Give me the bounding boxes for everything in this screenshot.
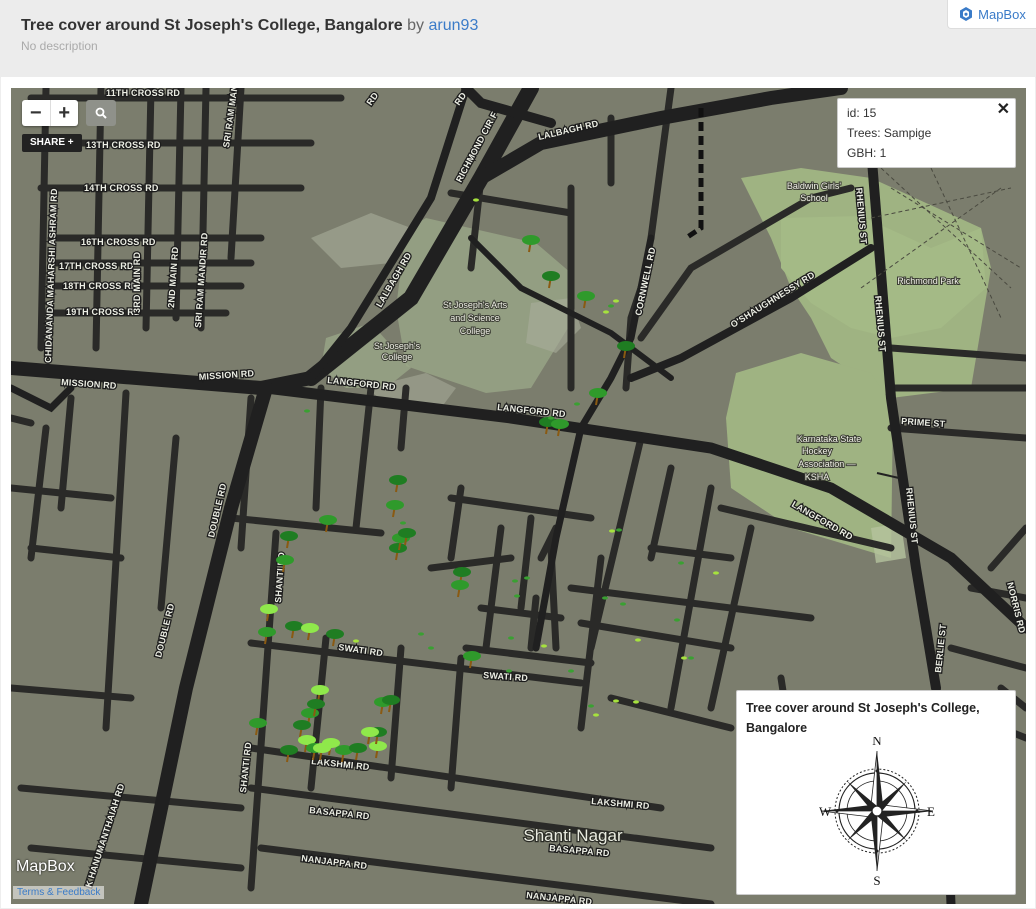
place-label-arts-3: College bbox=[460, 326, 491, 336]
compass-rose-icon: N S E W bbox=[819, 737, 935, 887]
tree-marker-small-icon[interactable] bbox=[506, 669, 512, 673]
road-label-16th-cross: 16TH CROSS RD bbox=[81, 237, 156, 247]
page-header: Tree cover around St Joseph's College, B… bbox=[0, 0, 1036, 78]
tree-marker-small-icon[interactable] bbox=[678, 561, 684, 565]
mapbox-brand-text: MapBox bbox=[978, 6, 1026, 22]
tree-marker-small-icon[interactable] bbox=[512, 579, 518, 583]
road-label-11th-cross: 11TH CROSS RD bbox=[106, 88, 180, 98]
tree-marker-small-icon[interactable] bbox=[620, 602, 626, 606]
tree-marker-small-icon[interactable] bbox=[613, 699, 619, 703]
map-legend: Tree cover around St Joseph's College, B… bbox=[736, 690, 1016, 895]
place-label-arts-2: and Science bbox=[450, 313, 500, 323]
popup-gbh: GBH: 1 bbox=[847, 146, 887, 160]
legend-title: Tree cover around St Joseph's College, B… bbox=[746, 701, 980, 735]
place-label-hockey-4: KSHA bbox=[805, 472, 830, 482]
tree-marker-small-icon[interactable] bbox=[613, 299, 619, 303]
tree-marker-small-icon[interactable] bbox=[574, 402, 580, 406]
tree-marker-small-icon[interactable] bbox=[541, 644, 547, 648]
mapbox-brand-link[interactable]: MapBox bbox=[947, 0, 1036, 29]
terms-feedback-link[interactable]: Terms & Feedback bbox=[13, 886, 105, 899]
place-label-baldwin-2: School bbox=[800, 193, 828, 203]
tree-marker-small-icon[interactable] bbox=[681, 656, 687, 660]
tree-marker-small-icon[interactable] bbox=[674, 618, 680, 622]
tree-marker-small-icon[interactable] bbox=[353, 639, 359, 643]
author-link[interactable]: arun93 bbox=[429, 17, 479, 34]
place-label-sjc-2: College bbox=[382, 352, 413, 362]
tree-marker-small-icon[interactable] bbox=[304, 409, 310, 413]
place-label-baldwin-1: Baldwin Girls' bbox=[787, 181, 842, 191]
tree-marker-small-icon[interactable] bbox=[609, 529, 615, 533]
compass-north: N bbox=[872, 737, 882, 748]
tree-marker-small-icon[interactable] bbox=[608, 304, 614, 308]
tree-marker-small-icon[interactable] bbox=[593, 713, 599, 717]
map-canvas[interactable]: 11TH CROSS RD 13TH CROSS RD 14TH CROSS R… bbox=[11, 88, 1026, 904]
tree-marker-small-icon[interactable] bbox=[616, 528, 622, 532]
tree-marker-small-icon[interactable] bbox=[514, 594, 520, 598]
map-title-line: Tree cover around St Joseph's College, B… bbox=[21, 17, 478, 35]
place-label-hockey-2: Hockey bbox=[802, 446, 833, 456]
by-label: by bbox=[407, 17, 425, 34]
popup-close-button[interactable]: ✕ bbox=[997, 99, 1010, 119]
place-label-hockey-3: Association — bbox=[798, 459, 856, 469]
zoom-out-button[interactable]: − bbox=[22, 100, 51, 126]
tree-marker-small-icon[interactable] bbox=[688, 656, 694, 660]
feature-popup: id: 15 Trees: Sampige GBH: 1 ✕ bbox=[837, 98, 1016, 168]
tree-marker-small-icon[interactable] bbox=[400, 521, 406, 525]
tree-marker-small-icon[interactable] bbox=[635, 638, 641, 642]
popup-id: id: 15 bbox=[847, 106, 877, 120]
tree-marker-small-icon[interactable] bbox=[524, 576, 530, 580]
compass-west: W bbox=[819, 804, 832, 819]
place-label-arts-1: St Joseph's Arts bbox=[443, 300, 508, 310]
road-label-18th-cross: 18TH CROSS RD bbox=[63, 281, 138, 291]
tree-marker-small-icon[interactable] bbox=[588, 704, 594, 708]
mapbox-watermark: MapBox bbox=[16, 858, 75, 875]
zoom-control: − + bbox=[22, 100, 78, 126]
road-label-13th-cross: 13TH CROSS RD bbox=[86, 140, 161, 150]
road-label-3rd-main: 3RD MAIN RD bbox=[132, 251, 142, 313]
place-label-hockey-1: Karnataka State bbox=[797, 434, 862, 444]
tree-marker-small-icon[interactable] bbox=[568, 669, 574, 673]
popup-trees: Trees: Sampige bbox=[847, 126, 932, 140]
compass-south: S bbox=[873, 873, 880, 887]
map-title: Tree cover around St Joseph's College, B… bbox=[21, 17, 403, 34]
search-button[interactable] bbox=[86, 100, 116, 126]
place-label-shanti-nagar: Shanti Nagar bbox=[523, 826, 623, 845]
place-label-sjc-1: St Joseph's bbox=[374, 341, 421, 351]
tree-marker-small-icon[interactable] bbox=[603, 310, 609, 314]
tree-marker-small-icon[interactable] bbox=[713, 571, 719, 575]
tree-marker-small-icon[interactable] bbox=[548, 416, 554, 420]
tree-marker-small-icon[interactable] bbox=[428, 646, 434, 650]
zoom-in-button[interactable]: + bbox=[51, 100, 79, 126]
place-label-richmond-park: Richmond Park bbox=[897, 276, 959, 286]
road-label-14th-cross: 14TH CROSS RD bbox=[84, 183, 159, 193]
road-label-19th-cross: 19TH CROSS RD bbox=[66, 307, 141, 317]
road-label-17th-cross: 17TH CROSS RD bbox=[59, 261, 134, 271]
tree-marker-small-icon[interactable] bbox=[602, 596, 608, 600]
map-description: No description bbox=[21, 39, 98, 53]
search-icon bbox=[95, 107, 107, 119]
share-button[interactable]: SHARE + bbox=[22, 134, 82, 152]
mapbox-logo-icon bbox=[960, 7, 973, 21]
tree-marker-small-icon[interactable] bbox=[418, 632, 424, 636]
tree-marker-small-icon[interactable] bbox=[508, 636, 514, 640]
tree-marker-small-icon[interactable] bbox=[473, 198, 479, 202]
compass-east: E bbox=[927, 804, 935, 819]
tree-marker-small-icon[interactable] bbox=[633, 700, 639, 704]
